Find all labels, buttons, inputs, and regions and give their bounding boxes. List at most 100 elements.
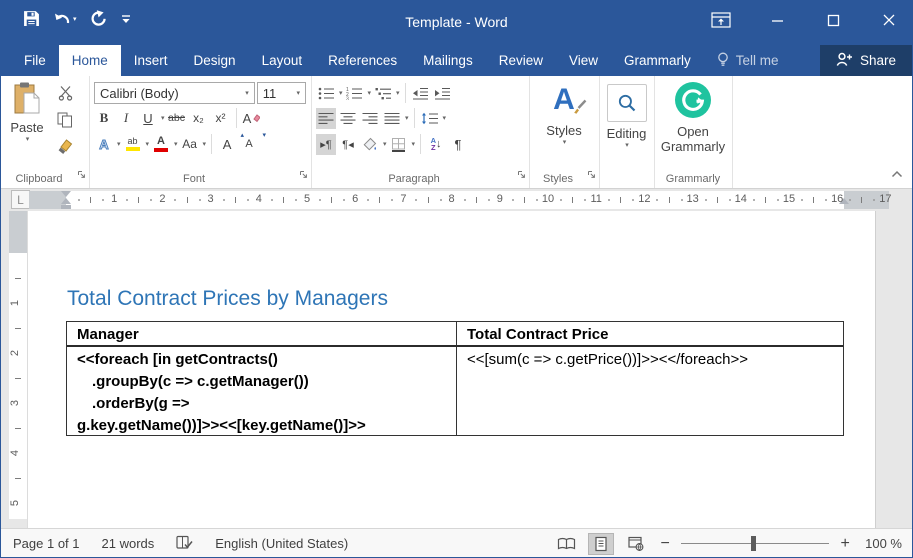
tab-mailings[interactable]: Mailings [410, 45, 486, 76]
zoom-level[interactable]: 100 % [865, 536, 902, 551]
open-grammarly-button[interactable]: Open Grammarly [654, 82, 732, 154]
highlight-button[interactable]: ab [123, 134, 143, 155]
increase-indent-button[interactable] [433, 83, 453, 104]
tell-me-box[interactable]: Tell me [704, 45, 791, 76]
align-left-button[interactable] [316, 108, 336, 129]
align-right-button[interactable] [360, 108, 380, 129]
copy-icon[interactable] [55, 109, 75, 130]
ltr-paragraph-button[interactable]: ▸¶ [316, 134, 336, 155]
text-effects-button[interactable]: A [94, 134, 114, 155]
table-header-price[interactable]: Total Contract Price [457, 322, 843, 347]
close-button[interactable] [878, 7, 900, 33]
read-mode-button[interactable] [553, 533, 579, 555]
collapse-ribbon-icon[interactable] [891, 165, 903, 183]
zoom-in-button[interactable]: + [838, 535, 852, 553]
styles-button[interactable]: A Styles ▾ [529, 83, 599, 146]
subscript-button[interactable]: x₂ [189, 108, 209, 129]
minimize-button[interactable] [766, 7, 788, 33]
h-ruler[interactable]: 1234567891011121314151617 [29, 191, 889, 209]
zoom-slider[interactable] [681, 534, 829, 554]
styles-dialog-launcher-icon[interactable] [587, 166, 596, 184]
styles-dropdown-icon[interactable]: ▾ [563, 138, 567, 146]
justify-button[interactable] [382, 108, 402, 129]
customize-qat-icon[interactable] [120, 13, 132, 25]
text-effects-dropdown-icon[interactable]: ▾ [117, 140, 121, 148]
bullets-dropdown-icon[interactable]: ▾ [339, 89, 343, 97]
print-layout-button[interactable] [588, 533, 614, 555]
borders-dropdown-icon[interactable]: ▾ [412, 140, 416, 148]
undo-button[interactable]: ▾ [53, 11, 77, 27]
paste-button[interactable]: Paste ▾ [6, 81, 48, 143]
first-line-indent-marker[interactable] [61, 191, 71, 197]
word-count[interactable]: 21 words [102, 536, 155, 551]
tab-review[interactable]: Review [486, 45, 556, 76]
language-indicator[interactable]: English (United States) [215, 536, 348, 551]
multilevel-list-button[interactable] [373, 83, 393, 104]
editing-dropdown-icon[interactable]: ▾ [625, 141, 629, 149]
font-name-dropdown-icon[interactable]: ▾ [245, 89, 249, 97]
document-page[interactable]: Total Contract Prices by Managers Manage… [27, 211, 876, 528]
decrease-indent-button[interactable] [411, 83, 431, 104]
document-table[interactable]: Manager Total Contract Price <<foreach [… [66, 321, 844, 436]
clear-formatting-button[interactable]: A [242, 108, 262, 129]
tab-file[interactable]: File [11, 45, 59, 76]
sort-button[interactable]: AZ ↓ [426, 134, 446, 155]
table-cell-price[interactable]: <<[sum(c => c.getPrice())]>><</foreach>> [457, 347, 843, 435]
italic-button[interactable]: I [116, 108, 136, 129]
font-size-dropdown-icon[interactable]: ▾ [296, 89, 300, 97]
shading-button[interactable] [360, 134, 380, 155]
bullets-button[interactable] [316, 83, 336, 104]
save-icon[interactable] [23, 10, 40, 27]
superscript-button[interactable]: x² [211, 108, 231, 129]
strikethrough-button[interactable]: abc [167, 108, 187, 129]
tab-layout[interactable]: Layout [249, 45, 316, 76]
align-center-button[interactable] [338, 108, 358, 129]
v-ruler[interactable]: 12345 [9, 211, 27, 519]
editing-button[interactable]: Editing ▾ [599, 84, 654, 149]
paragraph-dialog-launcher-icon[interactable] [517, 166, 526, 184]
maximize-button[interactable] [822, 7, 844, 33]
justify-dropdown-icon[interactable]: ▾ [405, 114, 409, 122]
borders-button[interactable] [389, 134, 409, 155]
numbering-dropdown-icon[interactable]: ▾ [368, 89, 372, 97]
numbering-button[interactable]: 123 [345, 83, 365, 104]
underline-dropdown-icon[interactable]: ▾ [161, 114, 165, 122]
tab-references[interactable]: References [315, 45, 410, 76]
line-spacing-button[interactable] [420, 108, 440, 129]
font-dialog-launcher-icon[interactable] [299, 166, 308, 184]
ribbon-display-options-icon[interactable] [710, 7, 732, 33]
proofing-icon[interactable] [176, 535, 193, 553]
table-header-manager[interactable]: Manager [67, 322, 457, 347]
shrink-font-button[interactable]: A▾ [239, 134, 259, 155]
tab-view[interactable]: View [556, 45, 611, 76]
font-color-dropdown-icon[interactable]: ▾ [174, 140, 178, 148]
tab-grammarly[interactable]: Grammarly [611, 45, 704, 76]
multilevel-dropdown-icon[interactable]: ▾ [396, 89, 400, 97]
tab-home[interactable]: Home [59, 45, 121, 76]
highlight-dropdown-icon[interactable]: ▾ [146, 140, 150, 148]
font-color-button[interactable]: A [151, 134, 171, 155]
underline-button[interactable]: U [138, 108, 158, 129]
cut-icon[interactable] [55, 82, 75, 103]
format-painter-icon[interactable] [55, 136, 75, 157]
table-cell-manager[interactable]: <<foreach [in getContracts() .groupBy(c … [67, 347, 457, 435]
clipboard-dialog-launcher-icon[interactable] [77, 166, 86, 184]
web-layout-button[interactable] [623, 533, 649, 555]
undo-dropdown-icon[interactable]: ▾ [73, 15, 77, 23]
font-size-combobox[interactable]: 11 ▾ [257, 82, 306, 104]
redo-button[interactable] [90, 10, 107, 27]
zoom-slider-thumb[interactable] [751, 536, 756, 551]
document-heading[interactable]: Total Contract Prices by Managers [67, 287, 388, 311]
show-hide-pilcrow-button[interactable]: ¶ [448, 134, 468, 155]
rtl-paragraph-button[interactable]: ¶◂ [338, 134, 358, 155]
tab-insert[interactable]: Insert [121, 45, 181, 76]
font-name-combobox[interactable]: Calibri (Body) ▾ [94, 82, 255, 104]
change-case-button[interactable]: Aa [180, 134, 200, 155]
hanging-indent-marker[interactable] [61, 198, 71, 204]
line-spacing-dropdown-icon[interactable]: ▾ [443, 114, 447, 122]
change-case-dropdown-icon[interactable]: ▾ [203, 140, 207, 148]
shading-dropdown-icon[interactable]: ▾ [383, 140, 387, 148]
bold-button[interactable]: B [94, 108, 114, 129]
tab-design[interactable]: Design [181, 45, 249, 76]
page-indicator[interactable]: Page 1 of 1 [13, 536, 80, 551]
